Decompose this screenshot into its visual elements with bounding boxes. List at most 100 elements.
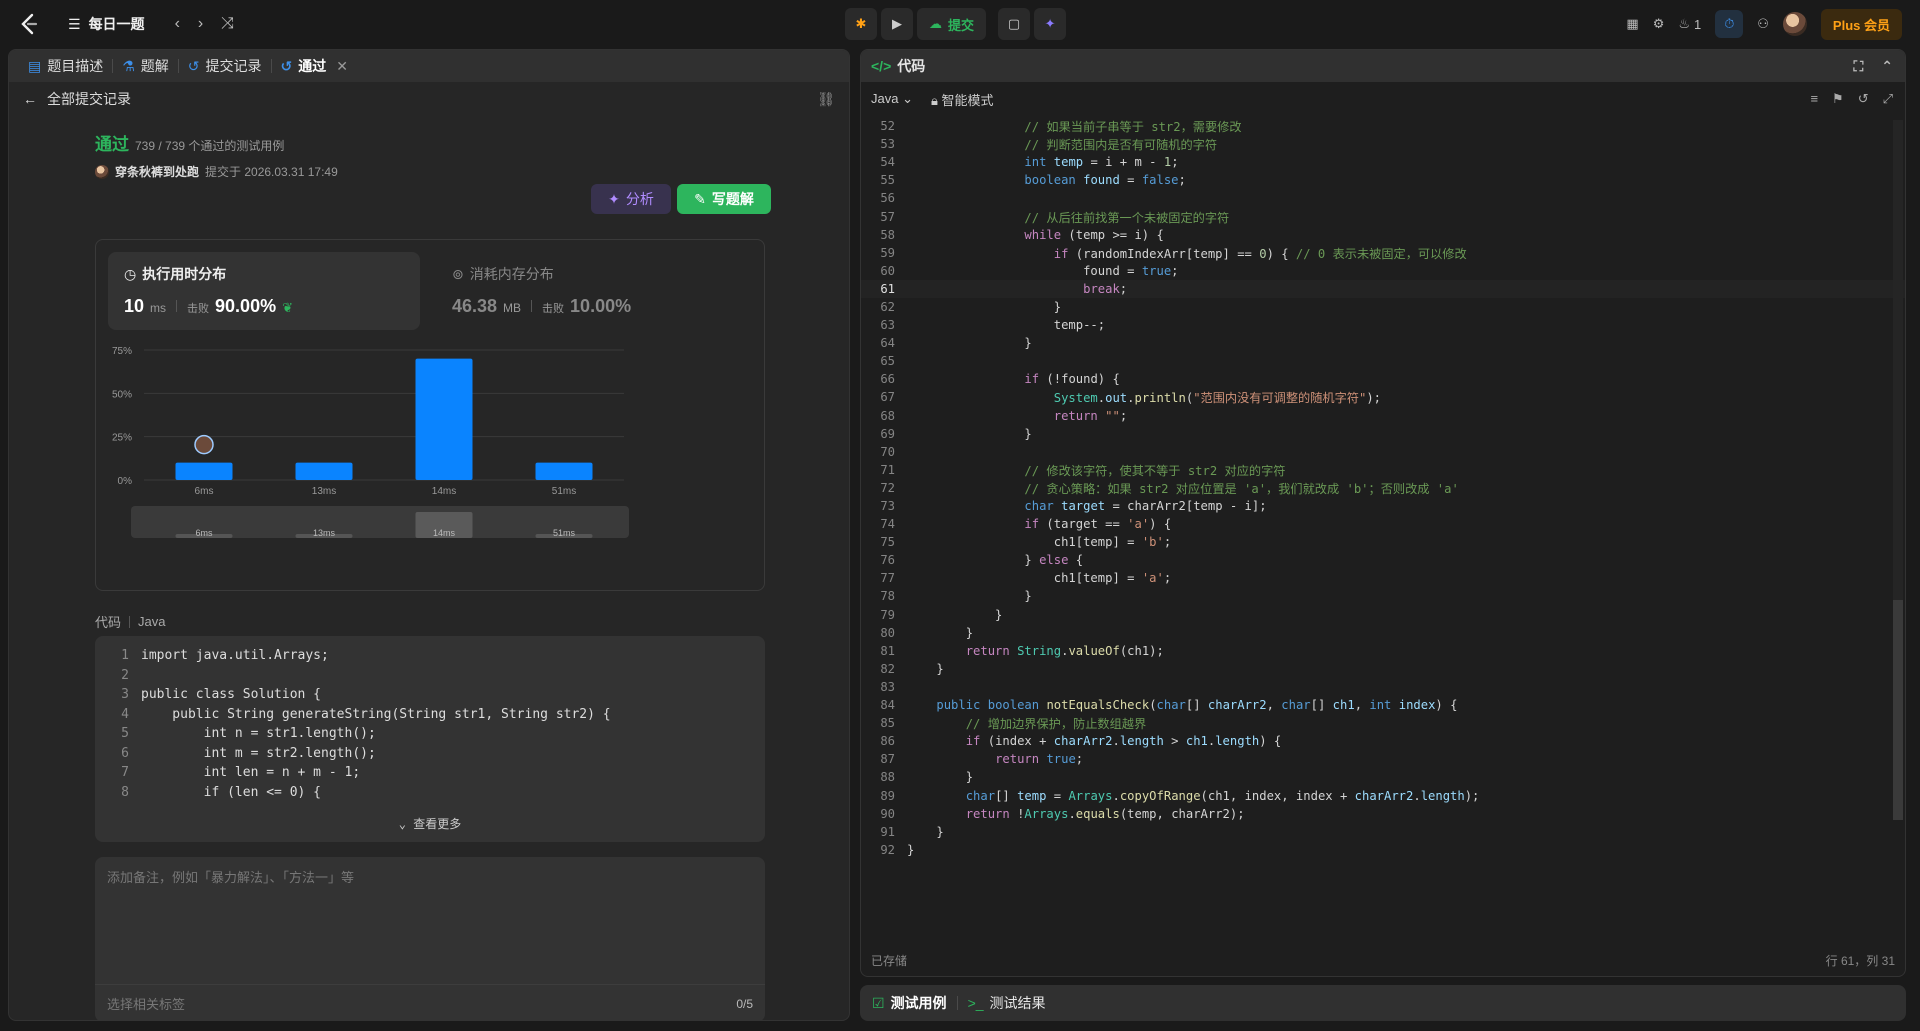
- layout-grid-icon[interactable]: ▦: [1626, 16, 1638, 32]
- reset-icon[interactable]: ↺: [1858, 91, 1869, 107]
- left-tabs: ▤ 题目描述 ⚗ 题解 ↺ 提交记录 ↺ 通过 ✕: [9, 50, 849, 82]
- code-text: if (randomIndexArr[temp] == 0) { // 0 表示…: [1053, 246, 1467, 261]
- line-number: 1: [121, 648, 129, 664]
- code-text: int temp = i + m - 1;: [1024, 155, 1179, 170]
- performance-stats: ◷ 执行用时分布 10 ms 击败 90.00% ❦ ⊚ 消耗内存分布 46.38 …: [95, 239, 765, 591]
- brush-label: 51ms: [553, 528, 576, 538]
- tab-test-results[interactable]: >_ 测试结果: [968, 993, 1046, 1013]
- line-number: 4: [121, 706, 129, 722]
- editor-line: 81 return String.valueOf(ch1);: [861, 642, 1905, 660]
- line-number: 60: [880, 263, 895, 278]
- submit-button[interactable]: ☁ 提交: [917, 8, 987, 40]
- line-number: 52: [880, 119, 895, 134]
- submission-breadcrumb: ← 全部提交记录 ⛓: [9, 82, 849, 116]
- editor-line: 72 // 贪心策略：如果 str2 对应位置是 'a'，我们就改成 'b'；否…: [861, 479, 1905, 497]
- plus-membership-button[interactable]: Plus 会员: [1820, 8, 1902, 40]
- line-number: 77: [880, 571, 895, 586]
- all-submissions-link[interactable]: 全部提交记录: [47, 89, 131, 109]
- line-number: 65: [880, 354, 895, 369]
- editor-line: 85 // 增加边界保护，防止数组越界: [861, 714, 1905, 732]
- tab-submissions[interactable]: ↺ 提交记录: [179, 50, 271, 82]
- debug-button[interactable]: ✱: [845, 8, 877, 40]
- tab-accepted[interactable]: ↺ 通过 ✕: [272, 50, 357, 82]
- format-icon[interactable]: ≡: [1810, 91, 1818, 107]
- runtime-beat: 90.00%: [215, 296, 277, 316]
- user-avatar[interactable]: [1782, 12, 1807, 36]
- top-bar: ☰ 每日一题 ‹ › ⤨ ✱ ▶ ☁ 提交 ▢ ✦ ▦ ⚙ ♨ 1 ⏱ ⚇ Plus…: [0, 0, 1920, 48]
- sparkle-icon: ✦: [1044, 16, 1056, 31]
- editor-line: 86 if (index + charArr2.length > ch1.len…: [861, 732, 1905, 750]
- ai-assistant-button[interactable]: ✦: [1034, 8, 1067, 40]
- fullscreen-icon[interactable]: ⛶: [1853, 58, 1863, 75]
- tag-selector[interactable]: 选择相关标签 0/5: [95, 984, 765, 1020]
- tab-testcases[interactable]: ☑ 测试用例: [872, 993, 947, 1013]
- back-arrow-icon[interactable]: ←: [23, 91, 37, 107]
- note-editor[interactable]: 添加备注，例如「暴力解法」、「方法一」等 选择相关标签 0/5: [95, 857, 765, 1020]
- code-text: } else {: [907, 553, 1084, 568]
- prev-problem-icon[interactable]: ‹: [175, 15, 180, 33]
- runtime-distribution-chart: 0% 25% 50% 75% 6ms 13ms 14ms 51ms 6ms 13ms 14ms 51m…: [104, 340, 754, 580]
- code-text: char target = charArr2[temp - i];: [1024, 499, 1267, 514]
- line-number: 53: [880, 137, 895, 152]
- y-tick-label: 75%: [112, 346, 132, 357]
- collapse-icon[interactable]: ⌃: [1881, 58, 1893, 75]
- line-number: 75: [880, 535, 895, 550]
- bar: [175, 462, 233, 480]
- close-tab-icon[interactable]: ✕: [336, 58, 348, 75]
- leetcode-logo-icon[interactable]: [18, 13, 40, 35]
- clock-icon: ◷: [124, 265, 137, 282]
- code-text: }: [907, 661, 944, 676]
- line-number: 85: [880, 716, 895, 731]
- code-text: }: [907, 842, 915, 857]
- view-more-button[interactable]: ⌄ 查看更多: [95, 815, 765, 832]
- runtime-card[interactable]: ◷ 执行用时分布 10 ms 击败 90.00% ❦: [108, 252, 420, 330]
- write-solution-button[interactable]: ✎ 写题解: [677, 184, 771, 214]
- tab-solutions[interactable]: ⚗ 题解: [113, 50, 178, 82]
- expand-icon[interactable]: ⤢: [1883, 91, 1893, 107]
- editor-line: 83: [861, 678, 1905, 696]
- streak-counter[interactable]: ♨ 1: [1678, 16, 1701, 32]
- code-section-label: 代码 Java: [95, 614, 166, 630]
- code-text: }: [907, 625, 974, 640]
- bookmark-icon[interactable]: ⚑: [1832, 91, 1844, 107]
- line-number: 83: [880, 679, 895, 694]
- line-number: 3: [121, 687, 129, 703]
- tab-description[interactable]: ▤ 题目描述: [19, 50, 112, 82]
- run-button[interactable]: ▶: [881, 8, 913, 40]
- sparkle-icon: ✦: [608, 190, 620, 207]
- status-label: 通过: [95, 135, 129, 154]
- code-editor[interactable]: 52 // 如果当前子串等于 str2，需要修改 53 // 判断范围内是否有可随…: [861, 117, 1905, 917]
- daily-problem-menu[interactable]: ☰ 每日一题: [68, 14, 145, 34]
- line-number: 90: [880, 806, 895, 821]
- share-link-icon[interactable]: ⛓: [817, 91, 835, 108]
- analyze-button[interactable]: ✦ 分析: [591, 184, 671, 214]
- editor-scroll-thumb[interactable]: [1893, 600, 1903, 820]
- smart-mode-toggle[interactable]: 🔒︎ 智能模式: [931, 90, 994, 109]
- editor-toolbar: Java ⌄ 🔒︎ 智能模式 ≡ ⚑ ↺ ⤢: [861, 82, 1905, 116]
- note-input[interactable]: 添加备注，例如「暴力解法」、「方法一」等: [95, 857, 765, 896]
- x-tick-label: 6ms: [195, 486, 214, 497]
- line-number: 57: [880, 209, 895, 224]
- add-friend-icon[interactable]: ⚇: [1757, 16, 1769, 32]
- editor-line: 88 }: [861, 768, 1905, 786]
- timer-icon[interactable]: ⏱: [1715, 10, 1744, 38]
- submitted-code-preview: 1 import java.util.Arrays; 2 3 public class …: [95, 636, 765, 842]
- editor-line: 77 ch1[temp] = 'a';: [861, 569, 1905, 587]
- line-number: 79: [880, 607, 895, 622]
- shuffle-icon[interactable]: ⤨: [221, 15, 234, 33]
- code-text: int n = str1.length();: [141, 726, 376, 742]
- code-text: return String.valueOf(ch1);: [965, 643, 1164, 658]
- author-name[interactable]: 穿条秋裤到处跑: [115, 163, 199, 180]
- memory-card[interactable]: ⊚ 消耗内存分布 46.38 MB 击败 10.00%: [436, 252, 748, 330]
- list-icon: ☰: [68, 15, 81, 32]
- next-problem-icon[interactable]: ›: [198, 15, 203, 33]
- editor-header: </> 代码 ⛶ ⌃: [861, 50, 1905, 82]
- editor-line: 84 public boolean notEqualsCheck(char[] …: [861, 696, 1905, 714]
- settings-gear-icon[interactable]: ⚙: [1653, 16, 1665, 32]
- editor-line: 87 return true;: [861, 750, 1905, 768]
- line-number: 7: [121, 765, 129, 781]
- language-select[interactable]: Java ⌄: [871, 91, 913, 107]
- notes-button[interactable]: ▢: [998, 8, 1031, 40]
- line-number: 73: [880, 499, 895, 514]
- bar: [535, 462, 593, 480]
